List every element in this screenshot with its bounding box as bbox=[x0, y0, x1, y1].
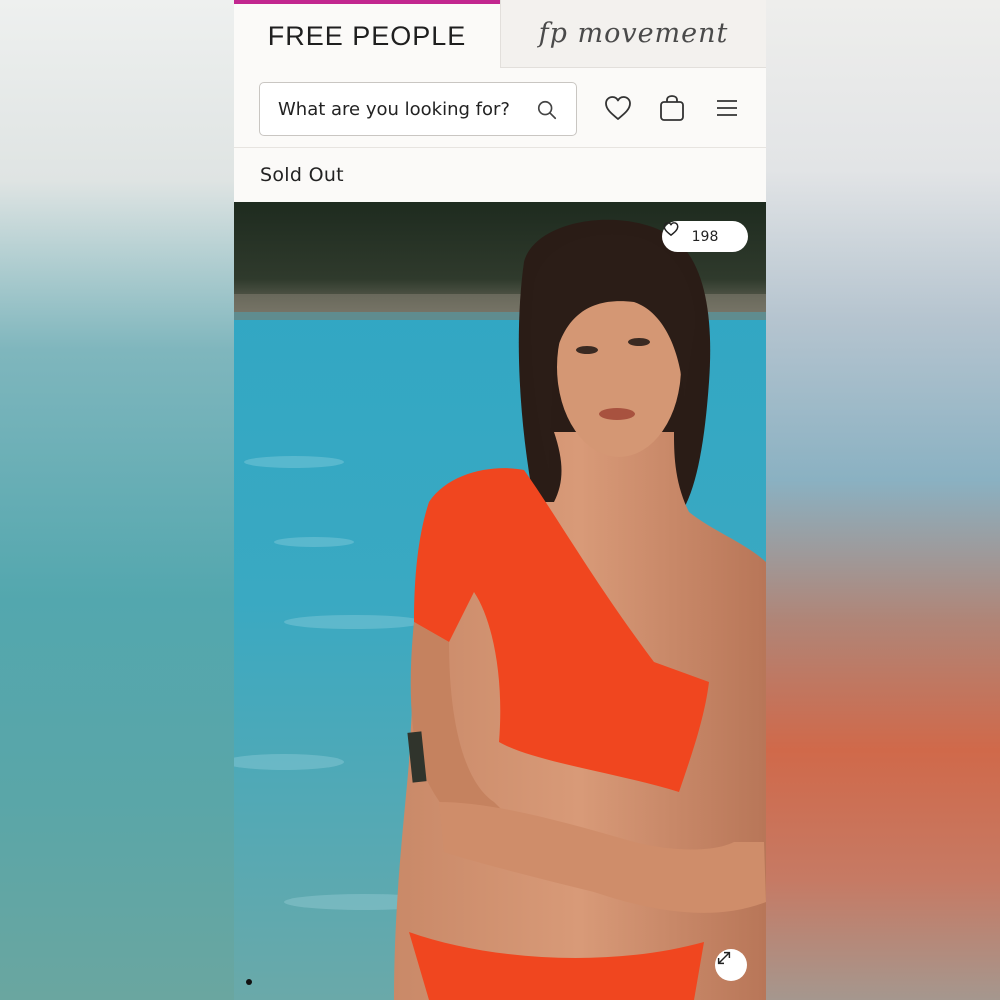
sold-out-label: Sold Out bbox=[234, 148, 766, 202]
heart-icon[interactable] bbox=[602, 92, 634, 124]
background-right-blur bbox=[766, 0, 1000, 1000]
product-image[interactable]: 198 bbox=[234, 202, 766, 1000]
like-count-button[interactable]: 198 bbox=[662, 221, 748, 252]
search-icon[interactable] bbox=[536, 99, 558, 121]
search-box[interactable] bbox=[259, 82, 577, 136]
tab-free-people-label: FREE PEOPLE bbox=[267, 20, 467, 51]
carousel-dot-active[interactable] bbox=[246, 979, 252, 985]
menu-icon[interactable] bbox=[711, 92, 743, 124]
expand-image-button[interactable] bbox=[715, 949, 747, 981]
tab-free-people[interactable]: FREE PEOPLE bbox=[234, 0, 500, 68]
app-screen: FREE PEOPLE fp movement Sold Out bbox=[234, 0, 766, 1000]
expand-icon bbox=[717, 951, 731, 965]
tab-fp-movement[interactable]: fp movement bbox=[500, 0, 766, 68]
header-bar bbox=[234, 68, 766, 148]
bag-icon[interactable] bbox=[656, 92, 688, 124]
tab-fp-movement-logo: fp movement bbox=[538, 18, 729, 49]
search-input[interactable] bbox=[260, 83, 530, 135]
brand-tabs: FREE PEOPLE fp movement bbox=[234, 0, 766, 68]
product-photo-illustration bbox=[234, 202, 766, 1000]
heart-icon bbox=[663, 222, 679, 236]
sold-out-text: Sold Out bbox=[260, 164, 344, 186]
like-count: 198 bbox=[691, 228, 719, 245]
